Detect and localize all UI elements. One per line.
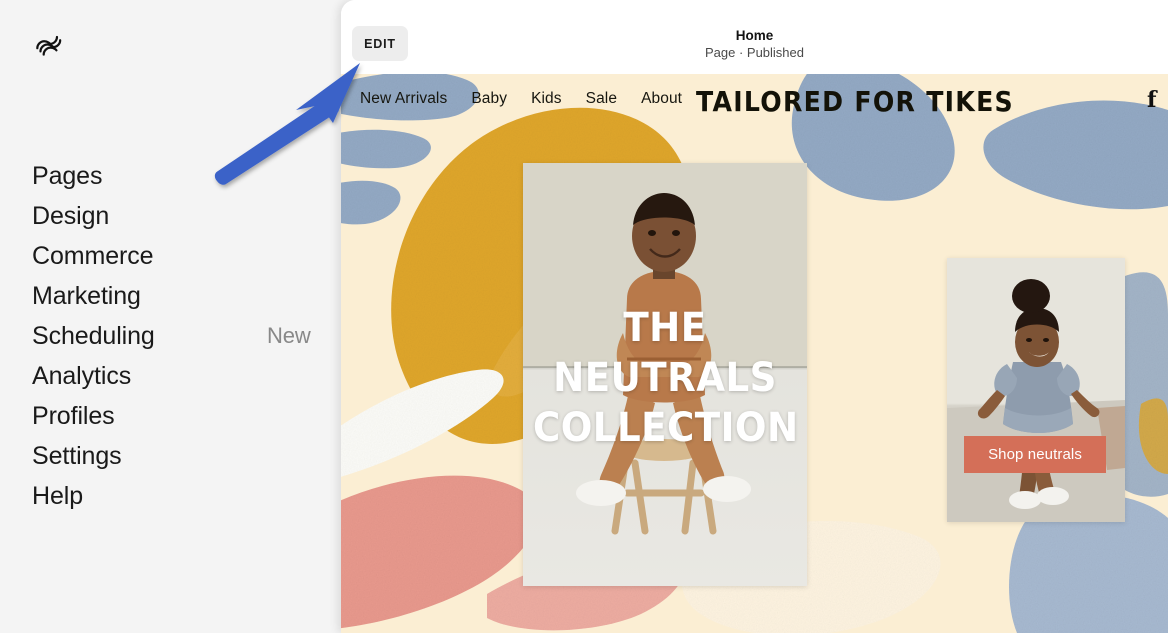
sidebar-item-label: Scheduling [32, 321, 155, 350]
sidebar-item-label: Marketing [32, 281, 141, 310]
admin-sidebar: Pages Design Commerce Marketing Scheduli… [0, 0, 341, 633]
sidebar-item-profiles[interactable]: Profiles [32, 396, 322, 436]
page-status: Page · Published [704, 45, 804, 60]
promo-image-card[interactable]: Shop neutrals [947, 258, 1125, 522]
app-root: Pages Design Commerce Marketing Scheduli… [0, 0, 1168, 633]
site-navigation: New Arrivals Baby Kids Sale About [360, 90, 682, 108]
site-canvas: New Arrivals Baby Kids Sale About TAILOR… [341, 74, 1168, 633]
sidebar-item-label: Help [32, 481, 84, 510]
sidebar-item-label: Analytics [32, 361, 132, 390]
site-preview-panel: EDIT Home Page · Published New Arrivals … [341, 0, 1168, 633]
site-nav-link-kids[interactable]: Kids [531, 90, 562, 108]
shop-neutrals-button[interactable]: Shop neutrals [964, 436, 1106, 473]
page-meta: Home Page · Published [341, 27, 1168, 61]
site-nav-link-sale[interactable]: Sale [586, 90, 617, 108]
hero-headline-line-1: THE [623, 305, 707, 351]
page-title: Home [735, 28, 774, 43]
sidebar-item-scheduling[interactable]: Scheduling New [32, 316, 322, 356]
sidebar-item-label: Design [32, 201, 110, 230]
sidebar-item-marketing[interactable]: Marketing [32, 276, 322, 316]
sidebar-item-label: Pages [32, 161, 103, 190]
hero-headline-line-3: COLLECTION [532, 405, 799, 451]
sidebar-item-design[interactable]: Design [32, 196, 322, 236]
sidebar-item-settings[interactable]: Settings [32, 436, 322, 476]
site-nav-link-baby[interactable]: Baby [471, 90, 507, 108]
edit-button[interactable]: EDIT [352, 26, 408, 61]
promo-child-figure [947, 258, 1125, 522]
preview-topbar: EDIT Home Page · Published [341, 0, 1168, 74]
facebook-icon[interactable]: f [1147, 89, 1156, 111]
site-nav-link-new-arrivals[interactable]: New Arrivals [360, 90, 447, 108]
sidebar-item-commerce[interactable]: Commerce [32, 236, 322, 276]
sidebar-item-pages[interactable]: Pages [32, 156, 322, 196]
sidebar-item-help[interactable]: Help [32, 476, 322, 516]
admin-nav-list: Pages Design Commerce Marketing Scheduli… [32, 156, 322, 516]
sidebar-item-label: Commerce [32, 241, 154, 270]
sidebar-item-label: Settings [32, 441, 122, 470]
sidebar-item-analytics[interactable]: Analytics [32, 356, 322, 396]
sidebar-item-badge: New [267, 323, 311, 348]
sidebar-item-label: Profiles [32, 401, 115, 430]
edit-button-label: EDIT [364, 36, 396, 51]
site-nav-link-about[interactable]: About [641, 90, 682, 108]
hero-headline-line-2: NEUTRALS [553, 355, 777, 401]
site-title[interactable]: TAILORED FOR TIKES [696, 85, 1014, 118]
hero-headline: THE NEUTRALS COLLECTION [532, 303, 799, 453]
shop-neutrals-button-label: Shop neutrals [988, 446, 1082, 463]
hero-image-card[interactable]: THE NEUTRALS COLLECTION [523, 163, 807, 586]
squarespace-logo-icon[interactable] [32, 28, 66, 62]
